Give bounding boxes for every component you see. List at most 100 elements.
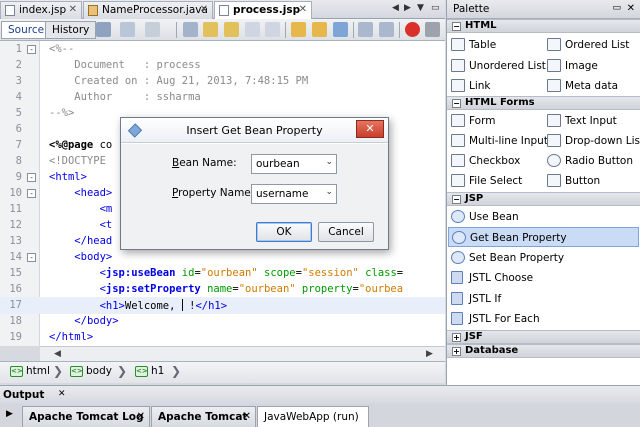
palette-category-html[interactable]: − HTML (447, 19, 640, 33)
palette-item-jstl-for-each[interactable]: JSTL For Each (448, 309, 638, 329)
code-line[interactable]: 1- <%-- (0, 41, 445, 58)
palette-item-multi-line-input[interactable]: Multi-line Input (448, 131, 548, 151)
scroll-left-arrow-icon[interactable]: ◀ (54, 349, 61, 359)
palette-item-use-bean[interactable]: Use Bean (448, 207, 638, 227)
dropdown-icon[interactable]: ▼ (417, 3, 424, 13)
toggle-rect-select-icon[interactable] (265, 22, 280, 37)
shift-left-icon[interactable] (358, 22, 373, 37)
palette-item-ordered-list[interactable]: Ordered List (544, 35, 629, 55)
fold-toggle-icon[interactable]: - (27, 45, 36, 54)
scroll-left-icon[interactable]: ◀ (392, 3, 399, 13)
palette-item-label: Drop-down List (565, 135, 640, 147)
source-tab[interactable]: Source (1, 21, 52, 39)
close-icon[interactable]: ✕ (58, 389, 66, 399)
palette-item-get-bean-property[interactable]: Get Bean Property (448, 227, 639, 247)
palette-item-radio-button[interactable]: Radio Button (544, 151, 633, 171)
file-tab-process-jsp[interactable]: process.jsp ✕ (214, 1, 312, 20)
palette-item-meta-data[interactable]: Meta data (544, 76, 618, 96)
palette-item-jstl-choose[interactable]: JSTL Choose (448, 268, 638, 288)
minimize-icon[interactable]: ▭ (612, 3, 621, 13)
close-icon[interactable]: ✕ (627, 3, 635, 14)
file-tab-index-jsp[interactable]: index.jsp ✕ (0, 1, 82, 19)
code-text: <t (99, 219, 113, 231)
previous-bookmark-icon[interactable] (291, 22, 306, 37)
palette-item-checkbox[interactable]: Checkbox (448, 151, 520, 171)
scroll-tabs-icon[interactable]: ▶ (6, 409, 13, 419)
chevron-down-icon[interactable]: ⌄ (325, 157, 333, 167)
breadcrumb: <> html ❯ <> body ❯ <> h1 ❯ (0, 361, 445, 383)
palette-item-label: Meta data (565, 80, 619, 92)
code-line[interactable]: 3 Created on : Aug 21, 2013, 7:48:15 PM (0, 73, 445, 90)
output-tab-javawebapp-run[interactable]: JavaWebApp (run) (257, 406, 369, 427)
last-edit-icon[interactable] (96, 22, 111, 37)
palette-category-jsf[interactable]: + JSF (447, 330, 640, 344)
find-next-icon[interactable] (224, 22, 239, 37)
code-line[interactable]: 14- <body> (0, 249, 445, 266)
close-icon[interactable]: ✕ (200, 4, 208, 15)
file-select-icon (451, 174, 465, 187)
code-line[interactable]: 18 </body> (0, 313, 445, 330)
scroll-right-arrow-icon[interactable]: ▶ (426, 349, 433, 359)
find-icon[interactable] (183, 22, 198, 37)
start-macro-icon[interactable] (405, 22, 420, 37)
bean-name-select[interactable]: ourbean ⌄ (251, 154, 337, 174)
output-tab-tomcat-log[interactable]: Apache Tomcat Log ✕ (22, 406, 150, 427)
palette-item-drop-down-list[interactable]: Drop-down List (544, 131, 640, 151)
next-bookmark-icon[interactable] (312, 22, 327, 37)
ok-button[interactable]: OK (256, 222, 312, 242)
fold-toggle-icon[interactable]: - (27, 253, 36, 262)
file-tab-nameprocessor-java[interactable]: NameProcessor.java ✕ (83, 1, 213, 19)
close-icon[interactable]: ✕ (299, 4, 307, 15)
palette-item-set-bean-property[interactable]: Set Bean Property (448, 248, 638, 268)
close-icon[interactable]: ✕ (137, 411, 145, 422)
output-tab-bar: ▶ Apache Tomcat Log ✕ Apache Tomcat ✕ Ja… (0, 404, 640, 427)
toggle-highlight-icon[interactable] (245, 22, 260, 37)
breadcrumb-item-html[interactable]: <> html (6, 365, 50, 381)
breadcrumb-item-body[interactable]: <> body (66, 365, 112, 381)
palette-category-database[interactable]: + Database (447, 344, 640, 358)
breadcrumb-item-h1[interactable]: <> h1 (131, 365, 164, 381)
cancel-button[interactable]: Cancel (318, 222, 374, 242)
palette-item-button[interactable]: Button (544, 171, 600, 191)
line-number: 5 (15, 107, 22, 119)
expand-icon: + (452, 333, 461, 342)
code-line[interactable]: 4 Author : ssharma (0, 89, 445, 106)
find-previous-icon[interactable] (203, 22, 218, 37)
palette-item-link[interactable]: Link (448, 76, 491, 96)
close-icon[interactable]: ✕ (243, 411, 251, 422)
code-line[interactable]: 17 <h1>Welcome, !</h1> (0, 297, 445, 314)
toggle-bookmark-icon[interactable] (333, 22, 348, 37)
stop-macro-icon[interactable] (425, 22, 440, 37)
output-tab-tomcat[interactable]: Apache Tomcat ✕ (151, 406, 256, 427)
palette-item-file-select[interactable]: File Select (448, 171, 522, 191)
palette-item-image[interactable]: Image (544, 56, 598, 76)
property-name-select[interactable]: username ⌄ (251, 184, 337, 204)
code-line[interactable]: 2 Document : process (0, 57, 445, 74)
code-line[interactable]: 19 </html> (0, 329, 445, 346)
horizontal-scrollbar[interactable]: ◀ ▶ (40, 346, 445, 361)
code-text: <%-- (49, 43, 75, 55)
palette-category-html-forms[interactable]: − HTML Forms (447, 96, 640, 110)
maximize-icon[interactable]: ▭ (431, 3, 440, 13)
shift-right-icon[interactable] (379, 22, 394, 37)
palette-item-jstl-if[interactable]: JSTL If (448, 289, 638, 309)
palette-item-form[interactable]: Form (448, 111, 495, 131)
palette-item-text-input[interactable]: Text Input (544, 111, 617, 131)
close-icon[interactable]: ✕ (69, 4, 77, 15)
code-line[interactable]: 15 <jsp:useBean id="ourbean" scope="sess… (0, 265, 445, 282)
palette-item-unordered-list[interactable]: Unordered List (448, 56, 546, 76)
back-icon[interactable] (120, 22, 135, 37)
dialog-close-button[interactable]: ✕ (356, 120, 384, 138)
palette-category-jsp[interactable]: − JSP (447, 192, 640, 206)
history-tab[interactable]: History (45, 21, 97, 39)
chevron-down-icon[interactable]: ⌄ (325, 187, 333, 197)
forward-icon[interactable] (145, 22, 160, 37)
scroll-right-icon[interactable]: ▶ (404, 3, 411, 13)
code-line[interactable]: 16 <jsp:setProperty name="ourbean" prope… (0, 281, 445, 298)
button-icon (547, 174, 561, 187)
fold-toggle-icon[interactable]: - (27, 173, 36, 182)
fold-toggle-icon[interactable]: - (27, 189, 36, 198)
category-label: JSP (465, 193, 484, 204)
property-name-label-text: roperty Name: (178, 187, 255, 199)
palette-item-table[interactable]: Table (448, 35, 496, 55)
